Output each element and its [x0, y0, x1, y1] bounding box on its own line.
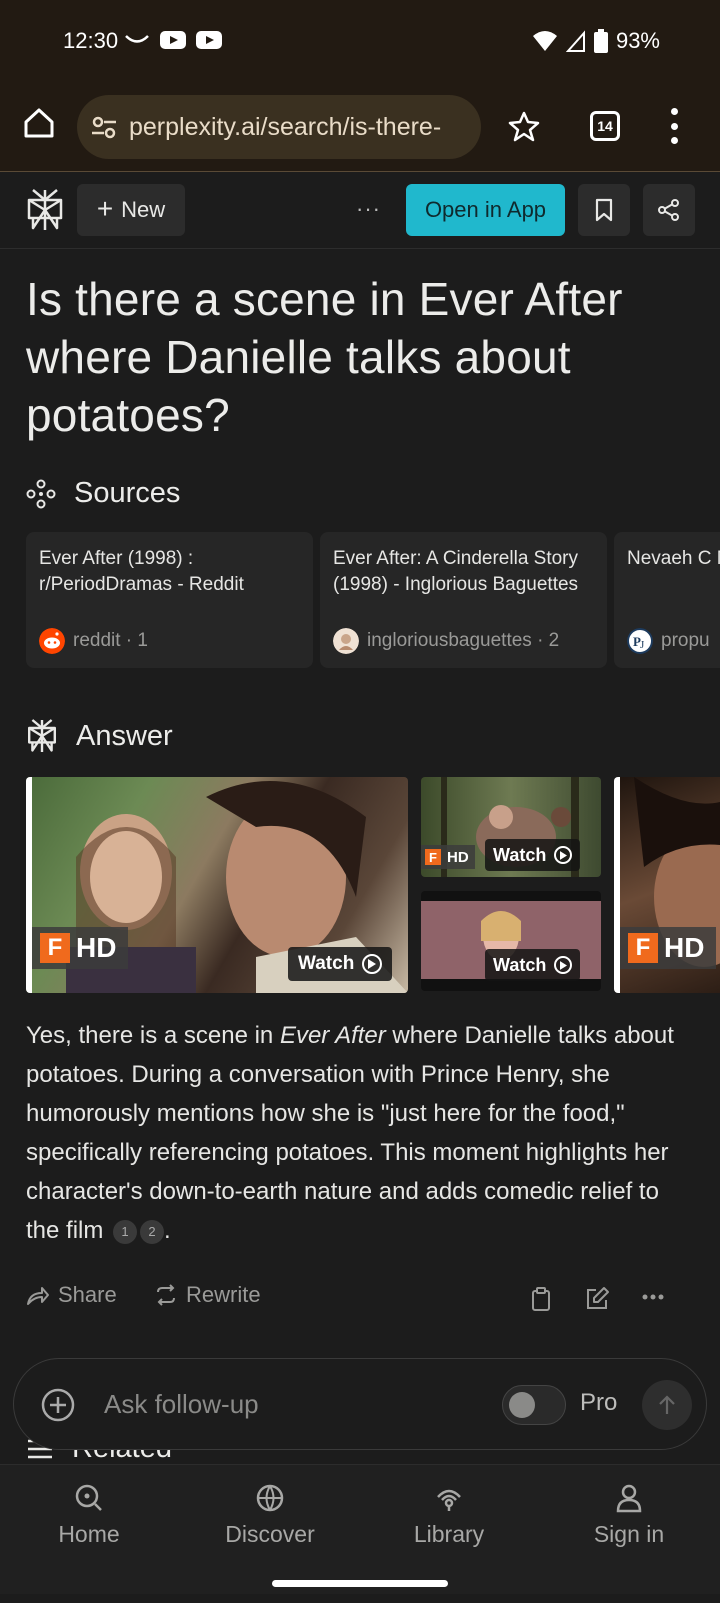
citation-badge[interactable]: 1: [113, 1219, 138, 1244]
home-icon[interactable]: [22, 106, 56, 140]
share-icon: [658, 199, 679, 221]
status-time: 12:30: [63, 28, 119, 53]
sources-heading-label: Sources: [74, 477, 181, 509]
sources-icon: [26, 479, 56, 508]
browser-menu-icon[interactable]: [670, 108, 678, 144]
video-thumbnail[interactable]: F HD Watch: [26, 777, 408, 993]
pro-toggle[interactable]: [502, 1385, 566, 1425]
source-title: Ever After (1998) : r/PeriodDramas - Red…: [39, 548, 244, 595]
youtube-icon: [196, 31, 222, 49]
source-card[interactable]: Nevaeh C Miscarria Get Care PJ propu: [614, 532, 720, 668]
signal-icon: [565, 30, 585, 52]
source-site: reddit · 1: [73, 630, 148, 651]
browser-toolbar: perplexity.ai/search/is-there- 14: [0, 84, 720, 172]
source-card[interactable]: Ever After: A Cinderella Story (1998) - …: [320, 532, 607, 668]
status-right: 93%: [532, 28, 660, 54]
copy-icon[interactable]: [530, 1286, 552, 1312]
play-icon: [362, 954, 383, 974]
source-site: ingloriousbaguettes · 2: [367, 630, 560, 651]
address-bar[interactable]: perplexity.ai/search/is-there-: [77, 95, 481, 159]
bottom-navigation: Home Discover Library Sign in: [0, 1464, 720, 1594]
open-in-app-button[interactable]: Open in App: [406, 184, 565, 236]
nav-discover[interactable]: Discover: [195, 1483, 345, 1548]
more-options-icon[interactable]: ···: [356, 196, 381, 222]
person-icon: [616, 1484, 642, 1513]
play-icon: [554, 846, 573, 864]
new-thread-label: New: [121, 197, 166, 222]
arrow-up-icon: [659, 1395, 675, 1414]
rewrite-icon: [157, 1284, 175, 1306]
watch-button[interactable]: Watch: [288, 947, 393, 981]
fandango-icon: F: [628, 933, 658, 963]
sources-heading: Sources: [26, 477, 180, 510]
search-home-icon: [75, 1484, 102, 1511]
url-text: perplexity.ai/search/is-there-: [129, 112, 442, 141]
bookmark-star-icon[interactable]: [508, 110, 540, 142]
reddit-icon: [39, 628, 65, 654]
video-thumbnail[interactable]: Watch: [421, 891, 601, 991]
library-icon: [437, 1489, 461, 1511]
answer-actions: Share Rewrite: [26, 1282, 696, 1322]
inglorious-baguettes-icon: [333, 628, 359, 654]
edit-icon[interactable]: [584, 1286, 610, 1312]
video-thumbnail[interactable]: F HD Watch: [421, 777, 601, 877]
fandango-icon: F: [425, 849, 441, 865]
video-thumbnail[interactable]: F HD: [614, 777, 720, 993]
media-carousel[interactable]: F HD Watch F HD Watch Watch F HD: [26, 777, 720, 993]
share-arrow-icon: [27, 1287, 49, 1305]
add-attachment-icon[interactable]: [41, 1388, 75, 1422]
perplexity-answer-icon: [28, 719, 56, 752]
status-bar: 12:30 93%: [0, 0, 720, 84]
answer-text: Yes, there is a scene in Ever After wher…: [26, 1022, 674, 1244]
app-header: + New ··· Open in App: [0, 172, 720, 249]
nav-home[interactable]: Home: [14, 1483, 164, 1548]
bookmark-icon: [595, 198, 613, 222]
battery-percent: 93%: [615, 28, 660, 53]
source-title: Ever After: A Cinderella Story (1998) - …: [333, 548, 579, 595]
perplexity-logo-icon[interactable]: [25, 188, 65, 232]
nav-sign-in[interactable]: Sign in: [554, 1483, 704, 1548]
follow-up-bar: Ask follow-up Pro: [13, 1358, 707, 1450]
site-settings-icon[interactable]: [91, 114, 117, 140]
citation-badge[interactable]: 2: [140, 1219, 165, 1244]
answer-heading-label: Answer: [76, 719, 173, 752]
movie-title: Ever After: [279, 1022, 386, 1049]
source-site: propu: [661, 630, 710, 651]
answer-heading: Answer: [26, 718, 173, 754]
new-thread-button[interactable]: + New: [77, 184, 185, 236]
pro-label: Pro: [580, 1389, 618, 1416]
arc-icon: [125, 35, 149, 43]
hd-badge: F HD: [421, 845, 475, 869]
sources-carousel[interactable]: Ever After (1998) : r/PeriodDramas - Red…: [26, 532, 720, 668]
notification-icons: [124, 30, 222, 50]
rewrite-button[interactable]: Rewrite: [154, 1282, 261, 1308]
plus-icon: +: [96, 192, 114, 224]
bookmark-button[interactable]: [578, 184, 630, 236]
share-answer-button[interactable]: Share: [26, 1282, 117, 1308]
wifi-icon: [532, 31, 557, 51]
page-title: Is there a scene in Ever After where Dan…: [26, 273, 623, 441]
propublica-icon: PJ: [627, 628, 653, 654]
submit-button[interactable]: [642, 1380, 692, 1430]
globe-icon: [256, 1484, 284, 1512]
youtube-icon: [160, 31, 186, 49]
play-icon: [554, 956, 573, 974]
hd-badge: F HD: [620, 927, 717, 969]
fandango-icon: F: [40, 933, 70, 963]
nav-library[interactable]: Library: [374, 1483, 524, 1548]
share-button[interactable]: [643, 184, 695, 236]
battery-icon: [593, 29, 608, 53]
tab-switcher-button[interactable]: 14: [590, 111, 620, 141]
watch-button[interactable]: Watch: [485, 839, 581, 871]
watch-button[interactable]: Watch: [485, 949, 581, 981]
follow-up-input[interactable]: Ask follow-up: [104, 1389, 259, 1420]
gesture-home-bar[interactable]: [272, 1580, 448, 1587]
source-title: Nevaeh C Miscarria Get Care: [627, 548, 720, 569]
svg-text:J: J: [640, 639, 645, 651]
hd-badge: F HD: [32, 927, 129, 969]
more-actions-icon[interactable]: [642, 1294, 664, 1300]
source-card[interactable]: Ever After (1998) : r/PeriodDramas - Red…: [26, 532, 313, 668]
